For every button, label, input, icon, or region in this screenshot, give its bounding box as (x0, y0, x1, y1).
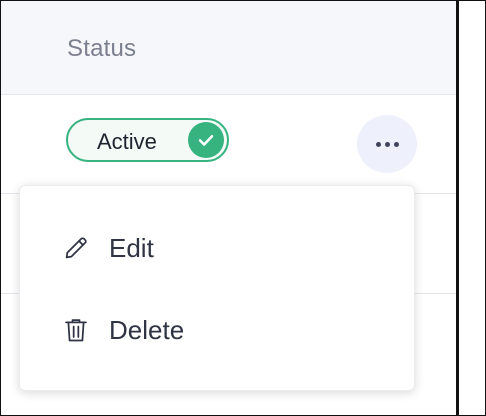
table-header-row: Status (1, 1, 456, 95)
menu-item-label: Delete (109, 315, 185, 345)
pencil-icon (62, 234, 90, 262)
menu-item-delete[interactable]: Delete (20, 300, 414, 360)
check-circle-icon (188, 122, 224, 158)
menu-item-edit[interactable]: Edit (20, 218, 414, 278)
trash-icon (62, 316, 90, 344)
panel-edge (456, 1, 459, 415)
row-actions-button[interactable] (357, 115, 417, 173)
status-badge-label: Active (97, 129, 157, 154)
menu-item-label: Edit (109, 233, 154, 263)
more-dot (393, 141, 399, 147)
status-badge: Active (66, 118, 229, 162)
table: Status Active Edit Delete (1, 1, 456, 415)
more-horizontal-icon (375, 141, 381, 147)
app-frame: Status Active Edit Delete (0, 0, 486, 416)
more-dot (384, 141, 390, 147)
row-actions-menu: Edit Delete (19, 185, 415, 391)
status-column-header: Status (67, 35, 137, 62)
